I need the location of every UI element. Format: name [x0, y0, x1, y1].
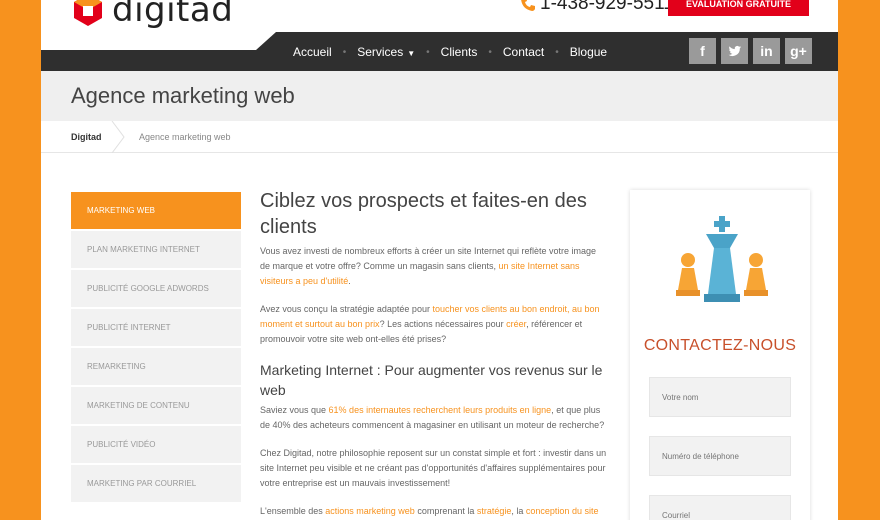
nav-item-clients[interactable]: Clients: [441, 45, 478, 59]
email-field[interactable]: [649, 495, 791, 520]
page-title-band: Agence marketing web: [41, 71, 838, 121]
phone-number[interactable]: 1-438-929-5511: [520, 0, 674, 15]
twitter-icon[interactable]: [721, 38, 748, 64]
nav-item-contact[interactable]: Contact: [503, 45, 544, 59]
content-heading: Ciblez vos prospects et faites-en des cl…: [260, 190, 587, 238]
phone-text: 1-438-929-5511: [540, 0, 674, 14]
inline-link[interactable]: 61% des internautes recherchent leurs pr…: [329, 405, 552, 415]
text-run: Avez vous conçu la stratégie adaptée pou…: [260, 304, 433, 314]
nav-separator: •: [342, 46, 347, 58]
text-run: .: [348, 276, 351, 286]
content-paragraph: Vous avez investi de nombreux efforts à …: [260, 244, 608, 289]
contact-widget: CONTACTEZ-NOUS: [630, 190, 810, 520]
phone-icon: [521, 0, 535, 11]
main-nav: Accueil • Services ▼ • Clients • Contact …: [293, 45, 607, 59]
text-run: Saviez vous que: [260, 405, 329, 415]
content-paragraph: L'ensemble des actions marketing web com…: [260, 504, 608, 519]
page: digitad 1-438-929-5511 ÉVALUATION GRATUI…: [41, 0, 838, 520]
nav-item-accueil[interactable]: Accueil: [293, 45, 332, 59]
sidebar-item-publicite-video[interactable]: PUBLICITÉ VIDÉO: [71, 426, 241, 463]
nav-item-services[interactable]: Services ▼: [357, 45, 415, 59]
breadcrumb-current: Agence marketing web: [139, 132, 231, 142]
sidebar-menu: MARKETING WEB PLAN MARKETING INTERNET PU…: [71, 192, 241, 504]
breadcrumb-home-link[interactable]: Digitad: [71, 132, 102, 142]
inline-link[interactable]: stratégie: [477, 506, 512, 516]
googleplus-icon[interactable]: g+: [785, 38, 812, 64]
inline-link[interactable]: conception du site: [526, 506, 599, 516]
sidebar-item-marketing-web[interactable]: MARKETING WEB: [71, 192, 241, 229]
inline-link[interactable]: créer: [506, 319, 526, 329]
nav-separator: •: [555, 46, 559, 58]
chess-pieces-icon: [676, 216, 768, 302]
content-paragraph: Saviez vous que 61% des internautes rech…: [260, 403, 608, 433]
linkedin-icon[interactable]: in: [753, 38, 780, 64]
social-links: f in g+: [689, 38, 812, 64]
name-field[interactable]: [649, 377, 791, 417]
text-run: ? Les actions nécessaires pour: [379, 319, 507, 329]
facebook-icon[interactable]: f: [689, 38, 716, 64]
twitter-bird-icon: [728, 45, 741, 57]
content-paragraph: Chez Digitad, notre philosophie reposent…: [260, 448, 607, 488]
sidebar-item-remarketing[interactable]: REMARKETING: [71, 348, 241, 385]
content-paragraph: Avez vous conçu la stratégie adaptée pou…: [260, 302, 608, 347]
nav-item-services-label: Services: [357, 45, 404, 59]
breadcrumb-chevron-icon: [111, 121, 125, 153]
sidebar-item-plan-marketing-internet[interactable]: PLAN MARKETING INTERNET: [71, 231, 241, 268]
main-content: Ciblez vos prospects et faites-en des cl…: [260, 188, 608, 520]
main-navbar: Accueil • Services ▼ • Clients • Contact …: [41, 32, 838, 71]
text-run: L'ensemble des: [260, 506, 326, 516]
phone-field[interactable]: [649, 436, 791, 476]
caret-down-icon: ▼: [407, 49, 416, 58]
page-title: Agence marketing web: [71, 83, 295, 108]
content-subheading: Marketing Internet : Pour augmenter vos …: [260, 362, 603, 398]
logo-text: digitad: [112, 0, 234, 30]
nav-separator: •: [488, 46, 492, 58]
nav-item-blogue[interactable]: Blogue: [570, 45, 607, 59]
sidebar-item-marketing-de-contenu[interactable]: MARKETING DE CONTENU: [71, 387, 241, 424]
free-evaluation-button[interactable]: ÉVALUATION GRATUITE: [668, 0, 809, 16]
text-run: , la: [511, 506, 526, 516]
nav-separator: •: [426, 46, 430, 58]
logo[interactable]: digitad: [70, 0, 233, 30]
sidebar-item-marketing-par-courriel[interactable]: MARKETING PAR COURRIEL: [71, 465, 241, 502]
contact-title: CONTACTEZ-NOUS: [643, 337, 797, 354]
logo-mark-icon: [74, 0, 102, 26]
sidebar-item-publicite-internet[interactable]: PUBLICITÉ INTERNET: [71, 309, 241, 346]
sidebar-item-publicite-google-adwords[interactable]: PUBLICITÉ GOOGLE ADWORDS: [71, 270, 241, 307]
inline-link[interactable]: actions marketing web: [325, 506, 415, 516]
breadcrumb: Digitad Agence marketing web: [41, 121, 838, 153]
text-run: comprenant la: [414, 506, 477, 516]
